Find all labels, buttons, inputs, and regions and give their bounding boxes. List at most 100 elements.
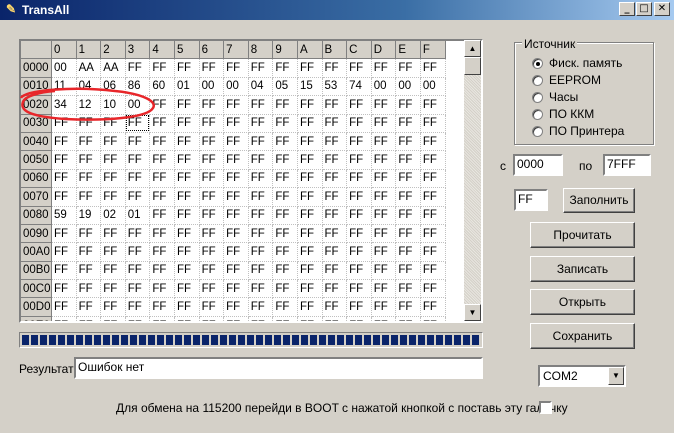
hex-cell[interactable]: 00 [395, 77, 421, 97]
hex-cell[interactable]: FF [420, 132, 446, 152]
hex-cell[interactable]: FF [174, 206, 200, 225]
hex-cell[interactable]: FF [223, 132, 249, 152]
hex-cell[interactable]: FF [297, 150, 323, 170]
hex-cell[interactable]: FF [199, 316, 225, 321]
hex-cell[interactable]: FF [174, 261, 200, 281]
hex-cell[interactable]: FF [322, 169, 348, 189]
hex-cell[interactable]: FF [76, 114, 102, 133]
hex-cell[interactable]: FF [322, 114, 348, 133]
hex-cell[interactable]: FF [125, 114, 151, 133]
hex-cell[interactable]: FF [248, 187, 274, 207]
hex-cell[interactable]: FF [272, 169, 298, 189]
hex-cell[interactable]: FF [322, 261, 348, 281]
hex-cell[interactable]: FF [395, 261, 421, 281]
hex-cell[interactable]: 60 [149, 77, 175, 97]
hex-cell[interactable]: FF [248, 224, 274, 244]
hex-cell[interactable]: FF [346, 58, 372, 78]
hex-cell[interactable]: FF [125, 150, 151, 170]
hex-cell[interactable]: FF [420, 95, 446, 115]
hex-cell[interactable]: FF [322, 279, 348, 299]
hex-cell[interactable]: FF [420, 224, 446, 244]
hex-cell[interactable]: 12 [76, 95, 102, 115]
hex-cell[interactable]: AA [76, 58, 102, 78]
hex-cell[interactable]: FF [223, 242, 249, 262]
hex-cell[interactable]: FF [297, 206, 323, 225]
hex-cell[interactable]: FF [149, 187, 175, 207]
hex-cell[interactable]: FF [248, 297, 274, 317]
hex-cell[interactable]: FF [149, 297, 175, 317]
hex-cell[interactable]: FF [125, 279, 151, 299]
source-radio[interactable] [532, 58, 543, 69]
hex-cell[interactable]: FF [371, 169, 397, 189]
hex-cell[interactable]: FF [395, 150, 421, 170]
hex-cell[interactable]: FF [76, 297, 102, 317]
hex-cell[interactable]: FF [420, 150, 446, 170]
hex-cell[interactable]: FF [149, 279, 175, 299]
hex-cell[interactable]: FF [272, 187, 298, 207]
hex-cell[interactable]: FF [100, 132, 126, 152]
hex-cell[interactable]: FF [395, 169, 421, 189]
hex-cell[interactable]: 19 [76, 206, 102, 225]
hex-cell[interactable]: FF [149, 224, 175, 244]
hex-cell[interactable]: FF [371, 187, 397, 207]
hex-cell[interactable]: FF [51, 242, 77, 262]
hex-cell[interactable]: FF [149, 169, 175, 189]
hex-cell[interactable]: FF [149, 150, 175, 170]
hex-cell[interactable]: FF [297, 224, 323, 244]
scroll-up-button[interactable]: ▲ [464, 40, 481, 57]
hex-cell[interactable]: FF [297, 261, 323, 281]
scroll-down-button[interactable]: ▼ [464, 304, 481, 321]
hex-cell[interactable]: FF [346, 95, 372, 115]
hex-cell[interactable]: FF [174, 132, 200, 152]
hex-cell[interactable]: FF [346, 316, 372, 321]
hex-cell[interactable]: FF [100, 297, 126, 317]
hex-cell[interactable]: FF [51, 297, 77, 317]
hex-cell[interactable]: FF [395, 297, 421, 317]
hex-cell[interactable]: FF [420, 297, 446, 317]
hex-cell[interactable]: FF [199, 224, 225, 244]
hex-cell[interactable]: FF [248, 261, 274, 281]
hex-cell[interactable]: FF [322, 297, 348, 317]
hex-cell[interactable]: FF [125, 169, 151, 189]
hex-cell[interactable]: FF [199, 114, 225, 133]
save-button[interactable]: Сохранить [530, 323, 635, 349]
hex-cell[interactable]: FF [100, 261, 126, 281]
hex-cell[interactable]: FF [174, 297, 200, 317]
hex-cell[interactable]: FF [322, 132, 348, 152]
hex-cell[interactable]: FF [76, 242, 102, 262]
hex-cell[interactable]: FF [223, 297, 249, 317]
hex-cell[interactable]: FF [125, 187, 151, 207]
hex-cell[interactable]: FF [174, 187, 200, 207]
hex-cell[interactable]: FF [371, 58, 397, 78]
hex-cell[interactable]: 00 [223, 77, 249, 97]
hex-cell[interactable]: 74 [346, 77, 372, 97]
hex-cell[interactable]: FF [346, 150, 372, 170]
hex-cell[interactable]: FF [223, 206, 249, 225]
boot-checkbox[interactable] [539, 401, 552, 414]
hex-cell[interactable]: FF [420, 206, 446, 225]
hex-cell[interactable]: FF [248, 279, 274, 299]
hex-cell[interactable]: FF [346, 297, 372, 317]
hex-cell[interactable]: 86 [125, 77, 151, 97]
hex-cell[interactable]: FF [51, 132, 77, 152]
hex-cell[interactable]: FF [125, 297, 151, 317]
hex-cell[interactable]: 04 [76, 77, 102, 97]
hex-cell[interactable]: FF [371, 95, 397, 115]
hex-cell[interactable]: FF [322, 316, 348, 321]
hex-cell[interactable]: FF [272, 316, 298, 321]
scroll-thumb[interactable] [464, 57, 481, 75]
hex-cell[interactable]: FF [223, 95, 249, 115]
range-to-input[interactable]: 7FFF [603, 154, 651, 176]
hex-cell[interactable]: FF [100, 224, 126, 244]
read-button[interactable]: Прочитать [530, 222, 635, 248]
hex-cell[interactable]: 15 [297, 77, 323, 97]
hex-cell[interactable]: FF [420, 187, 446, 207]
hex-cell[interactable]: FF [297, 58, 323, 78]
hex-cell[interactable]: FF [322, 95, 348, 115]
hex-cell[interactable]: FF [371, 297, 397, 317]
hex-cell[interactable]: FF [395, 132, 421, 152]
hex-cell[interactable]: 11 [51, 77, 77, 97]
hex-cell[interactable]: FF [395, 279, 421, 299]
hex-cell[interactable]: FF [346, 242, 372, 262]
hex-cell[interactable]: FF [371, 114, 397, 133]
